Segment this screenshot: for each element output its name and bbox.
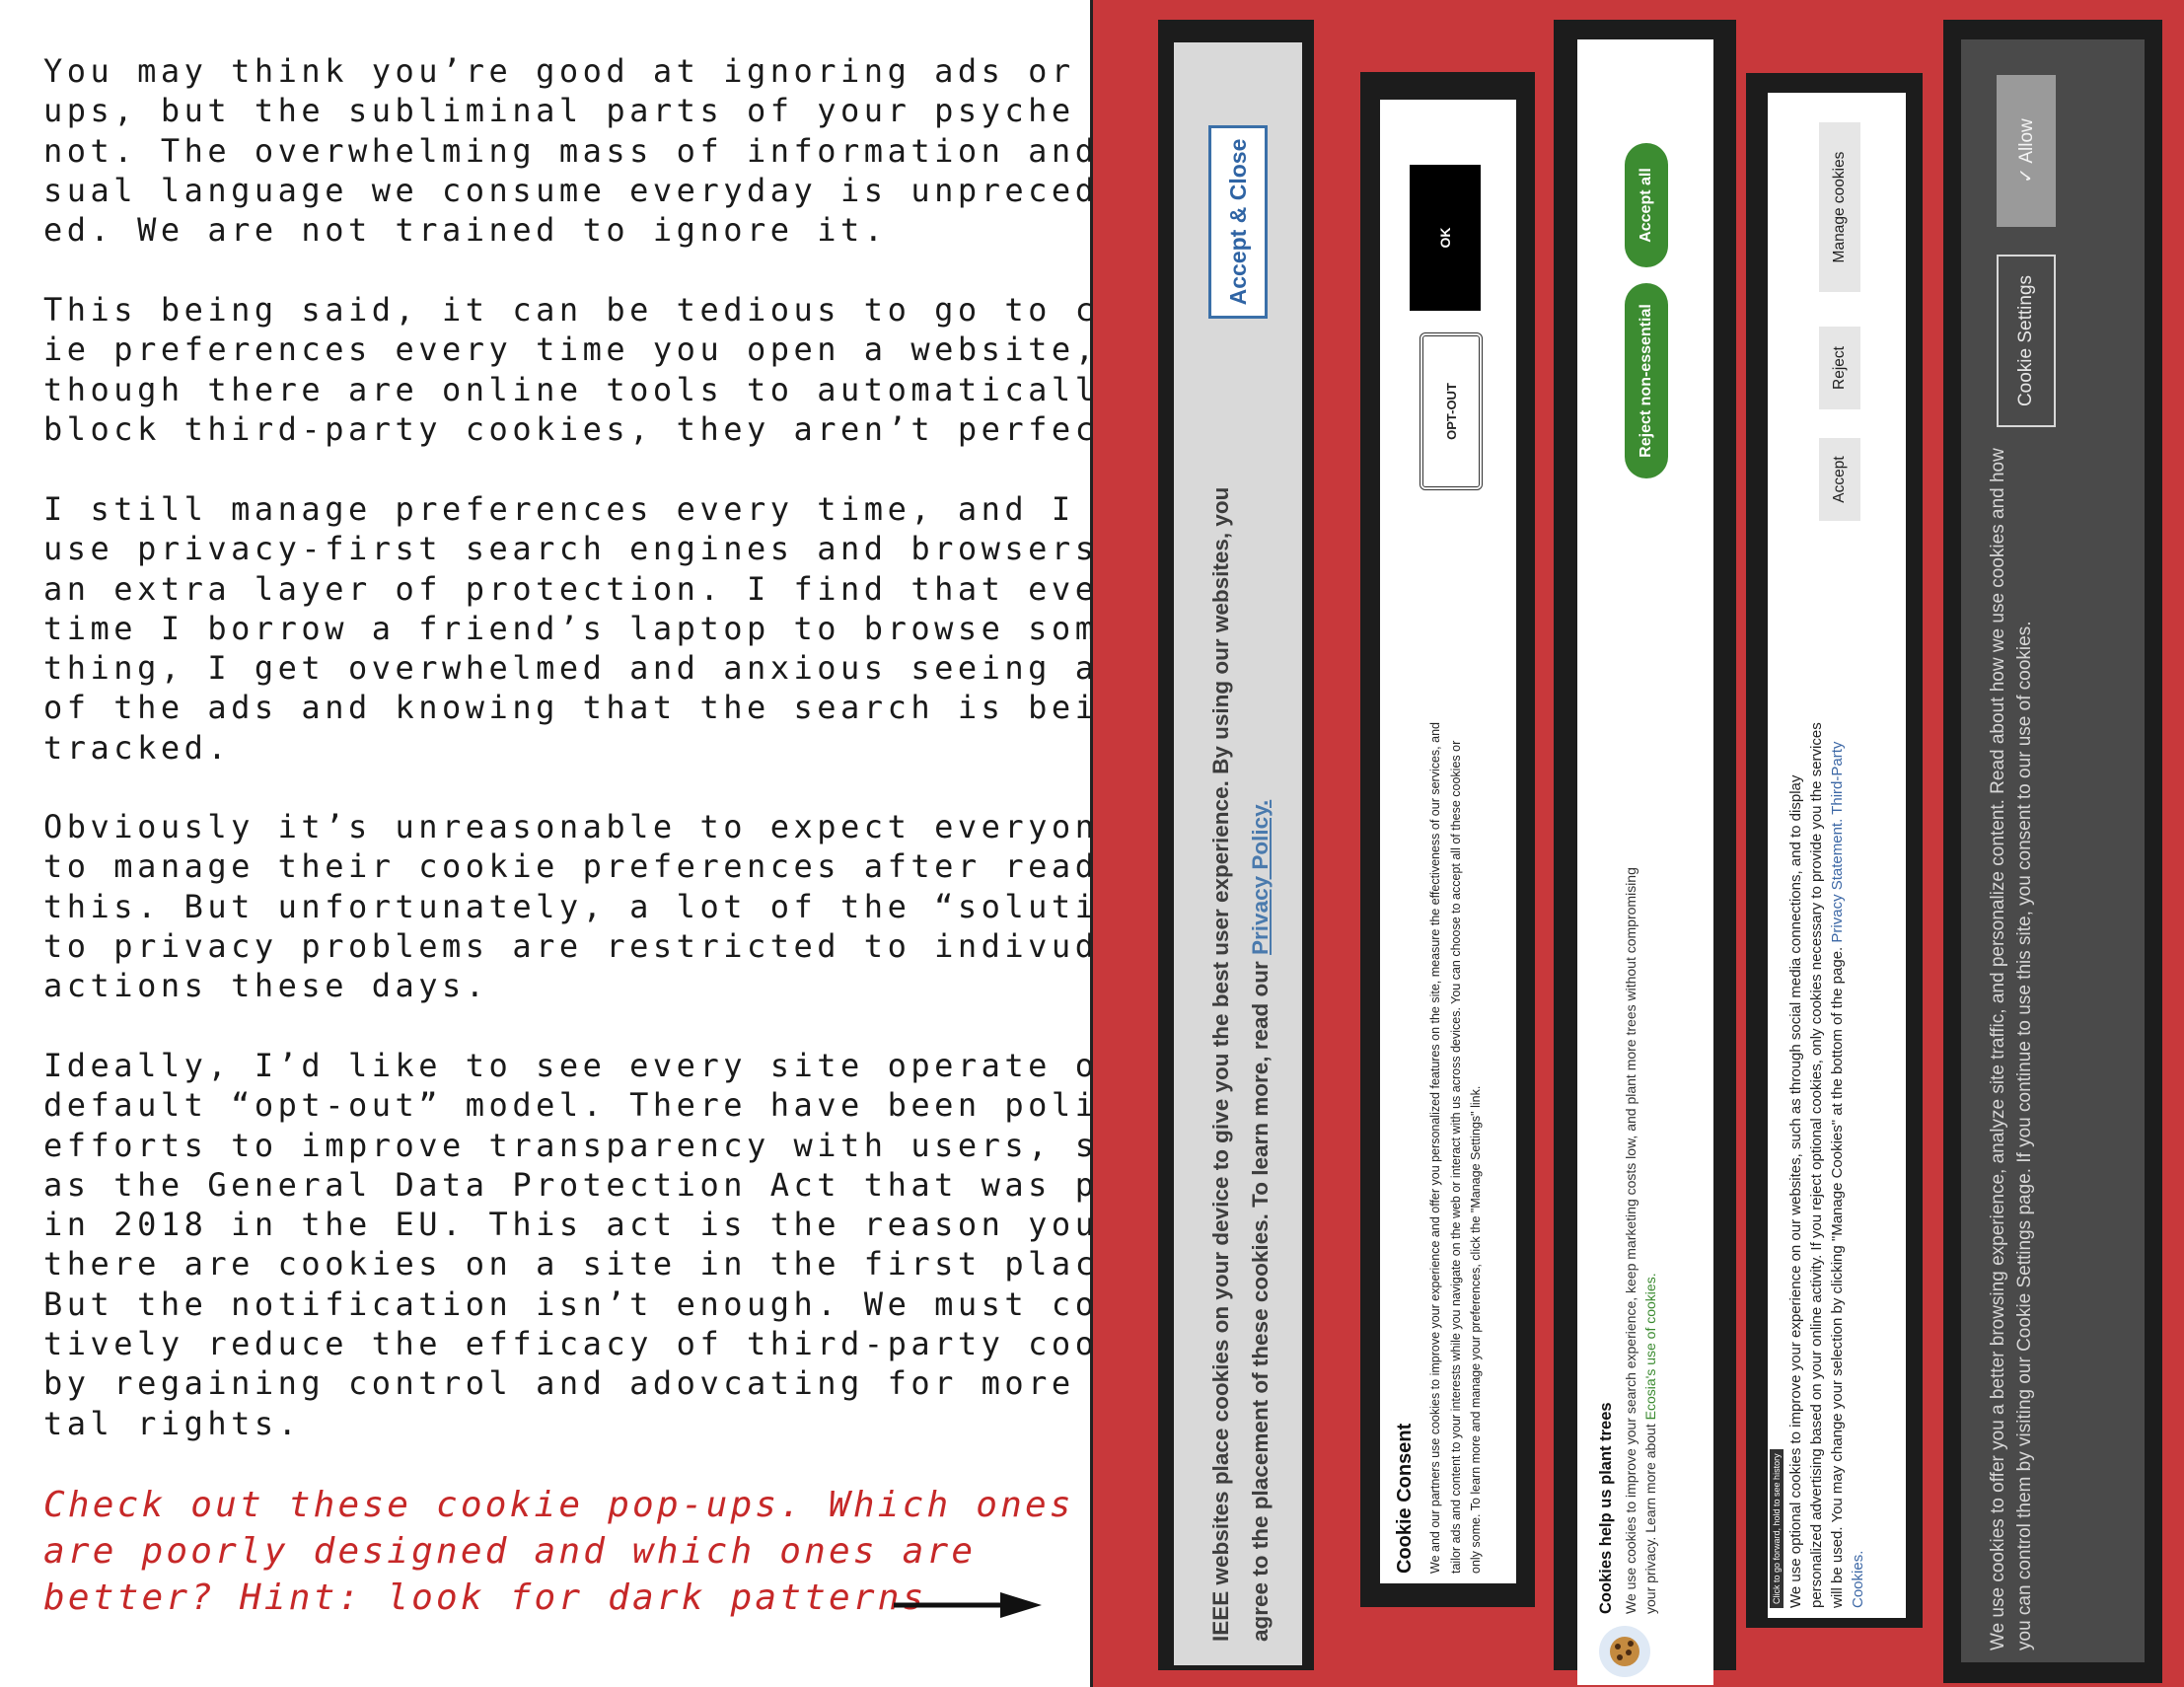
dark-cookie-banner: We use cookies to offer you a better bro… [1943,20,2162,1683]
cookie-icon [1599,1626,1650,1677]
cookie-settings-button[interactable]: Cookie Settings [1997,255,2056,427]
cookie-consent-title: Cookie Consent [1394,1423,1416,1574]
accept-button[interactable]: Accept [1819,438,1860,521]
manage-cookies-banner: Click to go forward, hold to see history… [1746,73,1923,1628]
accept-close-button[interactable]: Accept & Close [1208,125,1268,319]
reject-non-essential-button[interactable]: Reject non-essential [1625,283,1668,478]
opt-out-button[interactable]: OPT-OUT [1420,332,1483,490]
article-column: You may think you’re good at ignoring ad… [0,0,1211,1687]
article-paragraph: You may think you’re good at ignoring ad… [43,52,1193,250]
manage-cookies-body: We use optional cookies to improve your … [1787,722,1866,1608]
history-tooltip: Click to go forward, hold to see history [1770,1449,1784,1608]
article-paragraph: This being said, it can be tedious to go… [43,291,1188,448]
cookie-consent-body: We and our partners use cookies to impro… [1428,722,1483,1574]
ieee-cookie-banner: IEEE websites place cookies on your devi… [1158,20,1314,1670]
manage-cookies-button[interactable]: Manage cookies [1819,122,1860,292]
article-paragraph: Obviously it’s unreasonable to expect ev… [43,808,1193,1005]
article-paragraph: I still manage preferences every time, a… [43,490,1188,767]
allow-button[interactable]: ✓ Allow [1997,75,2056,227]
ieee-banner-text: IEEE websites place cookies on your devi… [1208,486,1273,1642]
dark-banner-body: We use cookies to offer you a better bro… [1988,448,2035,1650]
article-paragraph: Ideally, I’d like to see every site oper… [43,1047,1211,1442]
ecosia-cookies-link[interactable]: Ecosia's use of cookies. [1642,1273,1658,1420]
ecosia-banner-title: Cookies help us plant trees [1597,1402,1615,1614]
accept-all-button[interactable]: Accept all [1625,143,1668,267]
ecosia-banner-body: We use cookies to improve your search ex… [1623,867,1658,1614]
arrow-right-icon [894,1592,1042,1618]
ecosia-cookie-banner: Cookies help us plant trees We use cooki… [1554,20,1736,1685]
cookie-consent-banner: Cookie Consent We and our partners use c… [1360,72,1535,1607]
privacy-statement-link[interactable]: Privacy Statement. [1829,819,1846,943]
cookie-popup-gallery: IEEE websites place cookies on your devi… [1090,0,2184,1687]
ok-button[interactable]: OK [1410,165,1481,311]
reject-button[interactable]: Reject [1819,327,1860,409]
privacy-policy-link[interactable]: Privacy Policy. [1248,800,1273,955]
